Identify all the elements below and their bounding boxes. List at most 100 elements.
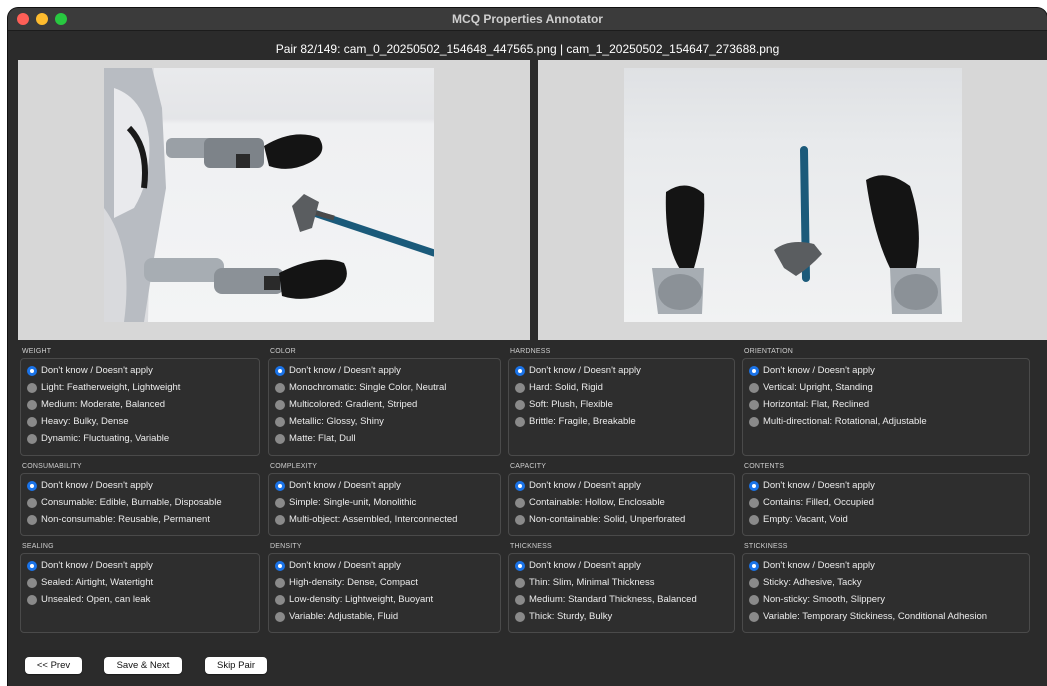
radio-option-label: Matte: Flat, Dull (289, 433, 356, 445)
radio-option[interactable]: Hard: Solid, Rigid (515, 382, 603, 393)
radio-unselected-icon[interactable] (27, 416, 37, 427)
group-label-contents: CONTENTS (744, 463, 785, 470)
radio-unselected-icon[interactable] (275, 577, 285, 588)
radio-unselected-icon[interactable] (515, 416, 525, 427)
radio-option[interactable]: Don't know / Doesn't apply (749, 365, 875, 376)
radio-option[interactable]: Don't know / Doesn't apply (275, 560, 401, 571)
radio-option-label: Don't know / Doesn't apply (289, 560, 401, 571)
radio-option[interactable]: Empty: Vacant, Void (749, 514, 848, 525)
radio-selected-icon[interactable] (515, 365, 525, 376)
radio-unselected-icon[interactable] (515, 577, 525, 588)
group-label-orientation: ORIENTATION (744, 348, 793, 355)
radio-option[interactable]: High-density: Dense, Compact (275, 577, 418, 588)
radio-option[interactable]: Medium: Standard Thickness, Balanced (515, 594, 697, 605)
radio-option[interactable]: Don't know / Doesn't apply (27, 560, 153, 571)
radio-option[interactable]: Multi-object: Assembled, Interconnected (275, 514, 457, 525)
radio-option[interactable]: Variable: Adjustable, Fluid (275, 611, 398, 622)
radio-option[interactable]: Multi-directional: Rotational, Adjustabl… (749, 416, 927, 427)
radio-selected-icon[interactable] (275, 365, 285, 376)
radio-option[interactable]: Don't know / Doesn't apply (27, 480, 153, 491)
skip-pair-button[interactable]: Skip Pair (205, 657, 267, 674)
radio-unselected-icon[interactable] (275, 399, 285, 410)
radio-option[interactable]: Matte: Flat, Dull (275, 433, 356, 444)
prev-button[interactable]: << Prev (25, 657, 82, 674)
radio-option[interactable]: Non-sticky: Smooth, Slippery (749, 594, 885, 605)
group-density: Don't know / Doesn't apply High-density: … (268, 553, 501, 633)
radio-option[interactable]: Don't know / Doesn't apply (515, 365, 641, 376)
radio-option[interactable]: Vertical: Upright, Standing (749, 382, 873, 393)
radio-option[interactable]: Don't know / Doesn't apply (749, 480, 875, 491)
radio-selected-icon[interactable] (27, 365, 37, 376)
radio-unselected-icon[interactable] (275, 416, 285, 427)
radio-option[interactable]: Dynamic: Fluctuating, Variable (27, 433, 169, 444)
radio-unselected-icon[interactable] (275, 594, 285, 605)
radio-option[interactable]: Non-consumable: Reusable, Permanent (27, 514, 210, 525)
radio-option[interactable]: Sticky: Adhesive, Tacky (749, 577, 862, 588)
radio-unselected-icon[interactable] (27, 382, 37, 393)
radio-option[interactable]: Don't know / Doesn't apply (27, 365, 153, 376)
radio-selected-icon[interactable] (27, 480, 37, 491)
radio-option[interactable]: Don't know / Doesn't apply (275, 480, 401, 491)
radio-selected-icon[interactable] (275, 480, 285, 491)
radio-option-label: Sticky: Adhesive, Tacky (763, 577, 862, 589)
radio-unselected-icon[interactable] (749, 382, 759, 393)
radio-option[interactable]: Heavy: Bulky, Dense (27, 416, 128, 427)
save-next-button[interactable]: Save & Next (104, 657, 182, 674)
radio-option[interactable]: Variable: Temporary Stickiness, Conditio… (749, 611, 987, 622)
radio-option[interactable]: Don't know / Doesn't apply (275, 365, 401, 376)
radio-option[interactable]: Unsealed: Open, can leak (27, 594, 150, 605)
radio-unselected-icon[interactable] (749, 594, 759, 605)
radio-option[interactable]: Low-density: Lightweight, Buoyant (275, 594, 433, 605)
radio-option[interactable]: Light: Featherweight, Lightweight (27, 382, 180, 393)
radio-unselected-icon[interactable] (515, 399, 525, 410)
radio-unselected-icon[interactable] (515, 611, 525, 622)
radio-option[interactable]: Containable: Hollow, Enclosable (515, 497, 665, 508)
radio-option[interactable]: Thin: Slim, Minimal Thickness (515, 577, 654, 588)
radio-unselected-icon[interactable] (275, 611, 285, 622)
radio-option[interactable]: Non-containable: Solid, Unperforated (515, 514, 685, 525)
radio-option[interactable]: Simple: Single-unit, Monolithic (275, 497, 416, 508)
radio-selected-icon[interactable] (749, 365, 759, 376)
radio-unselected-icon[interactable] (275, 514, 285, 525)
radio-unselected-icon[interactable] (515, 514, 525, 525)
radio-option[interactable]: Don't know / Doesn't apply (515, 560, 641, 571)
radio-unselected-icon[interactable] (749, 577, 759, 588)
radio-unselected-icon[interactable] (515, 594, 525, 605)
radio-unselected-icon[interactable] (749, 611, 759, 622)
radio-unselected-icon[interactable] (27, 399, 37, 410)
radio-option[interactable]: Medium: Moderate, Balanced (27, 399, 165, 410)
radio-unselected-icon[interactable] (27, 577, 37, 588)
radio-unselected-icon[interactable] (275, 433, 285, 444)
radio-option[interactable]: Don't know / Doesn't apply (515, 480, 641, 491)
radio-unselected-icon[interactable] (515, 382, 525, 393)
radio-unselected-icon[interactable] (749, 399, 759, 410)
radio-selected-icon[interactable] (27, 560, 37, 571)
radio-unselected-icon[interactable] (515, 497, 525, 508)
radio-option[interactable]: Contains: Filled, Occupied (749, 497, 874, 508)
radio-unselected-icon[interactable] (749, 514, 759, 525)
radio-option[interactable]: Consumable: Edible, Burnable, Disposable (27, 497, 222, 508)
radio-selected-icon[interactable] (515, 480, 525, 491)
radio-unselected-icon[interactable] (27, 514, 37, 525)
radio-unselected-icon[interactable] (749, 497, 759, 508)
radio-option[interactable]: Horizontal: Flat, Reclined (749, 399, 869, 410)
radio-unselected-icon[interactable] (749, 416, 759, 427)
radio-option[interactable]: Sealed: Airtight, Watertight (27, 577, 153, 588)
radio-unselected-icon[interactable] (27, 497, 37, 508)
radio-option[interactable]: Brittle: Fragile, Breakable (515, 416, 636, 427)
radio-unselected-icon[interactable] (27, 594, 37, 605)
group-weight: Don't know / Doesn't apply Light: Feather… (20, 358, 260, 456)
radio-selected-icon[interactable] (749, 560, 759, 571)
radio-option[interactable]: Metallic: Glossy, Shiny (275, 416, 384, 427)
radio-unselected-icon[interactable] (275, 382, 285, 393)
radio-selected-icon[interactable] (749, 480, 759, 491)
radio-option[interactable]: Don't know / Doesn't apply (749, 560, 875, 571)
radio-option[interactable]: Monochromatic: Single Color, Neutral (275, 382, 446, 393)
radio-selected-icon[interactable] (275, 560, 285, 571)
radio-selected-icon[interactable] (515, 560, 525, 571)
radio-unselected-icon[interactable] (27, 433, 37, 444)
radio-unselected-icon[interactable] (275, 497, 285, 508)
radio-option[interactable]: Multicolored: Gradient, Striped (275, 399, 417, 410)
radio-option[interactable]: Soft: Plush, Flexible (515, 399, 613, 410)
radio-option[interactable]: Thick: Sturdy, Bulky (515, 611, 612, 622)
